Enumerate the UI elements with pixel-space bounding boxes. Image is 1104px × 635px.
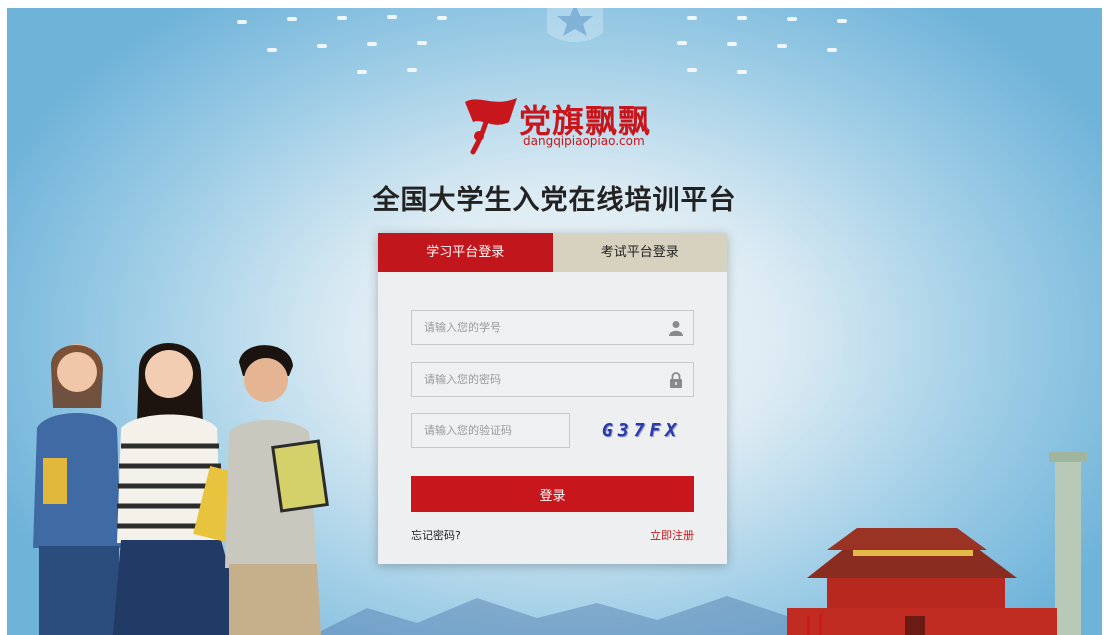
mountains-scenery [313, 596, 867, 635]
student-id-input[interactable] [412, 311, 693, 344]
tab-study-platform-login[interactable]: 学习平台登录 [378, 233, 553, 272]
register-link[interactable]: 立即注册 [650, 527, 694, 543]
password-input[interactable] [412, 363, 693, 396]
captcha-input[interactable] [412, 414, 569, 447]
user-icon [669, 321, 683, 336]
lock-icon [670, 372, 682, 388]
tab-exam-platform-login[interactable]: 考试平台登录 [552, 233, 727, 272]
brand-url: dangqipiaopiao.com [523, 134, 645, 148]
password-field [411, 362, 694, 397]
login-tabs: 学习平台登录 考试平台登录 [378, 233, 727, 272]
login-panel: 学习平台登录 考试平台登录 G37FX 登录 忘记密码? 立即注 [378, 233, 727, 564]
page-background: 党旗飘飘 dangqipiaopiao.com 全国大学生入党在线培训平台 学习… [7, 8, 1102, 635]
login-button[interactable]: 登录 [411, 476, 694, 512]
star-emblem-icon [547, 8, 603, 42]
students-illustration [33, 342, 329, 635]
captcha-code: G37FX [601, 420, 682, 441]
captcha-field [411, 413, 570, 448]
student-id-field [411, 310, 694, 345]
forgot-password-link[interactable]: 忘记密码? [411, 527, 461, 543]
party-flag-logo-icon [465, 98, 517, 155]
page-title: 全国大学生入党在线培训平台 [372, 185, 737, 216]
captcha-image[interactable]: G37FX [587, 413, 696, 448]
brand-logo: 党旗飘飘 dangqipiaopiao.com [459, 92, 659, 156]
tiananmen-illustration [787, 452, 1087, 635]
